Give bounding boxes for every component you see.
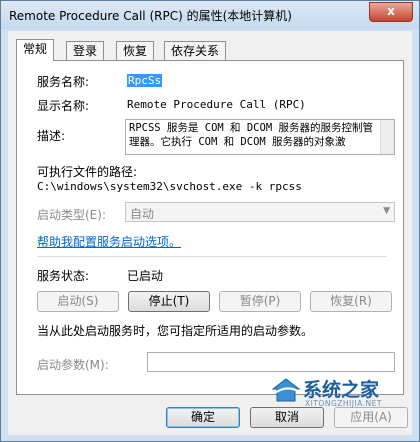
start-button[interactable]: 启动(S) — [37, 291, 119, 312]
watermark-text: 系统之家 — [303, 379, 380, 401]
stop-button[interactable]: 停止(T) — [128, 291, 210, 312]
pause-button[interactable]: 暂停(P) — [219, 291, 301, 312]
path-value[interactable]: C:\windows\system32\svchost.exe -k rpcss — [37, 180, 302, 193]
close-button[interactable]: x — [369, 2, 413, 22]
properties-window: Remote Procedure Call (RPC) 的属性(本地计算机) x… — [0, 0, 420, 442]
chevron-down-icon: ▼ — [383, 206, 390, 216]
ok-button[interactable]: 确定 — [166, 407, 240, 428]
start-params-input[interactable] — [147, 352, 395, 372]
startup-type-value: 自动 — [130, 207, 155, 221]
description-box[interactable]: RPCSS 服务是 COM 和 DCOM 服务器的服务控制管理器。它执行 COM… — [125, 119, 395, 155]
help-configure-link[interactable]: 帮助我配置服务启动选项。 — [37, 233, 181, 250]
title-bar[interactable]: Remote Procedure Call (RPC) 的属性(本地计算机) x — [1, 1, 419, 29]
display-name-value[interactable]: Remote Procedure Call (RPC) — [127, 98, 306, 111]
service-status-label: 服务状态: — [37, 269, 90, 283]
resume-button[interactable]: 恢复(R) — [310, 291, 392, 312]
tab-logon[interactable]: 登录 — [66, 41, 105, 60]
house-icon — [271, 378, 301, 402]
tab-recovery[interactable]: 恢复 — [116, 41, 155, 60]
close-icon: x — [387, 4, 395, 18]
startup-type-label: 启动类型(E): — [37, 208, 106, 222]
display-name-label: 显示名称: — [37, 99, 90, 113]
start-params-label: 启动参数(M): — [37, 358, 109, 372]
description-text: RPCSS 服务是 COM 和 DCOM 服务器的服务控制管理器。它执行 COM… — [129, 122, 373, 148]
description-label: 描述: — [37, 129, 66, 143]
service-name-label: 服务名称: — [37, 75, 90, 89]
service-status-value: 已启动 — [127, 269, 164, 283]
separator — [37, 256, 387, 257]
service-name-value[interactable]: RpcSs — [127, 74, 163, 87]
start-params-hint: 当从此处启动服务时，您可指定所适用的启动参数。 — [37, 324, 314, 338]
general-panel: 服务名称: RpcSs 显示名称: Remote Procedure Call … — [16, 60, 404, 395]
tab-general[interactable]: 常规 — [16, 39, 55, 61]
description-scrollbar[interactable] — [380, 120, 394, 154]
watermark-url: XITONGZHIJIA.NET — [305, 399, 382, 408]
window-title: Remote Procedure Call (RPC) 的属性(本地计算机) — [9, 9, 292, 23]
path-label: 可执行文件的路径: — [37, 165, 138, 179]
tab-dependencies[interactable]: 依存关系 — [164, 41, 227, 60]
watermark-logo: 系统之家 XITONGZHIJIA.NET — [271, 373, 409, 413]
startup-type-select[interactable]: 自动 ▼ — [125, 202, 395, 222]
